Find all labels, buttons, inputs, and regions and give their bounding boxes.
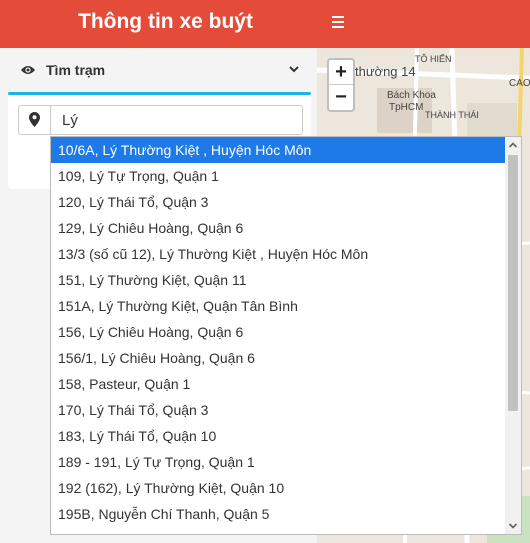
scroll-down-arrow-icon[interactable] — [505, 518, 521, 534]
suggestion-item[interactable]: 129, Lý Chiêu Hoàng, Quận 6 — [51, 215, 521, 241]
suggestion-item[interactable]: 13/3 (số cũ 12), Lý Thường Kiệt , Huyện … — [51, 241, 521, 267]
map-street-label: thường 14 — [355, 64, 416, 79]
map-corner-label: CAO — [509, 78, 530, 89]
stop-search-group — [18, 105, 303, 135]
map-road-label: TÔ HIẾN — [415, 54, 452, 64]
suggestion-item[interactable]: 170, Lý Thái Tổ, Quận 3 — [51, 397, 521, 423]
suggestion-item[interactable]: 183, Lý Thái Tổ, Quận 10 — [51, 423, 521, 449]
map-road-label: THÀNH THÁI — [425, 110, 479, 120]
panel-title: Tìm trạm — [46, 62, 106, 78]
map-marker-addon — [19, 106, 51, 134]
map-marker-icon — [29, 112, 40, 127]
suggestion-item[interactable]: 189 - 191, Lý Tự Trọng, Quận 1 — [51, 449, 521, 475]
zoom-out-button[interactable]: − — [329, 85, 353, 110]
top-navbar: Thông tin xe buýt — [0, 0, 530, 48]
suggestion-item[interactable]: 151, Lý Thường Kiệt, Quận 11 — [51, 267, 521, 293]
scrollbar-thumb[interactable] — [508, 155, 518, 411]
suggestion-item[interactable]: 158, Pasteur, Quận 1 — [51, 371, 521, 397]
eye-icon — [21, 66, 35, 74]
map-poi-label: Bách Khoa — [387, 90, 436, 101]
zoom-controls: + − — [327, 58, 355, 112]
suggestion-item[interactable]: 151A, Lý Thường Kiệt, Quận Tân Bình — [51, 293, 521, 319]
suggestion-item[interactable]: 195B, Nguyễn Chí Thanh, Quận 5 — [51, 501, 521, 527]
dropdown-scrollbar[interactable] — [505, 137, 521, 534]
map-poi-label: TpHCM — [389, 102, 424, 113]
chevron-down-icon[interactable] — [287, 62, 301, 76]
stop-search-input[interactable] — [52, 106, 302, 134]
suggestion-item[interactable]: 10/6A, Lý Thường Kiệt , Huyện Hóc Môn — [51, 137, 521, 163]
suggestion-item[interactable]: 120, Lý Thái Tổ, Quận 3 — [51, 189, 521, 215]
app-title: Thông tin xe buýt — [78, 10, 253, 33]
zoom-in-button[interactable]: + — [329, 60, 353, 85]
find-stop-panel-header[interactable]: Tìm trạm — [8, 48, 313, 92]
suggestion-item[interactable]: 192 (162), Lý Thường Kiệt, Quận 10 — [51, 475, 521, 501]
scroll-up-arrow-icon[interactable] — [505, 137, 521, 153]
suggestion-list: 10/6A, Lý Thường Kiệt , Huyện Hóc Môn 109… — [51, 137, 521, 527]
suggestion-item[interactable]: 156/1, Lý Chiêu Hoàng, Quận 6 — [51, 345, 521, 371]
suggestion-item[interactable]: 109, Lý Tự Trọng, Quận 1 — [51, 163, 521, 189]
suggestion-item[interactable]: 156, Lý Chiêu Hoàng, Quận 6 — [51, 319, 521, 345]
autocomplete-dropdown: 10/6A, Lý Thường Kiệt , Huyện Hóc Môn 109… — [50, 136, 522, 535]
hamburger-menu-icon[interactable] — [329, 13, 347, 33]
